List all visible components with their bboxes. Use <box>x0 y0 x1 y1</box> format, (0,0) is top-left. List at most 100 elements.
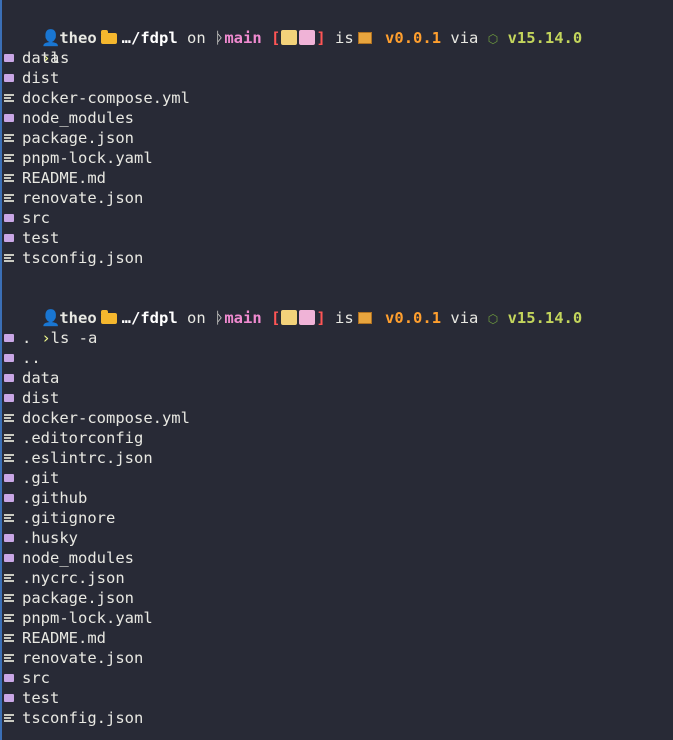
folder-icon <box>4 474 14 482</box>
list-item: data <box>4 368 673 388</box>
entry-name: test <box>22 229 60 247</box>
list-item: test <box>4 228 673 248</box>
command-line: ›ls <box>4 28 673 67</box>
entry-name: .gitignore <box>22 509 116 527</box>
list-item: data <box>4 48 673 68</box>
list-item: README.md <box>4 628 673 648</box>
command-line: ›ls -a <box>4 308 673 347</box>
prompt-line: 👤theo …/fdpl on ᚦmain [] is v0.0.1 via ⬡ … <box>4 288 673 327</box>
file-icon <box>4 654 14 662</box>
entry-name: data <box>22 49 60 67</box>
list-item: .nycrc.json <box>4 568 673 588</box>
list-item: package.json <box>4 588 673 608</box>
list-item: src <box>4 668 673 688</box>
entry-name: .git <box>22 469 60 487</box>
list-item: package.json <box>4 128 673 148</box>
list-item: .gitignore <box>4 508 673 528</box>
list-item: renovate.json <box>4 648 673 668</box>
file-icon <box>4 174 14 182</box>
file-icon <box>4 434 14 442</box>
list-item: node_modules <box>4 548 673 568</box>
folder-icon <box>4 334 14 342</box>
list-item: .. <box>4 348 673 368</box>
folder-icon <box>4 354 14 362</box>
file-icon <box>4 614 14 622</box>
entry-name: dist <box>22 389 60 407</box>
window-left-border <box>0 0 2 740</box>
folder-icon <box>4 694 14 702</box>
file-icon <box>4 594 14 602</box>
entry-name: renovate.json <box>22 649 144 667</box>
entry-name: test <box>22 689 60 707</box>
list-item: dist <box>4 68 673 88</box>
list-item: pnpm-lock.yaml <box>4 608 673 628</box>
folder-icon <box>4 374 14 382</box>
entry-name: .. <box>22 349 41 367</box>
entry-name: src <box>22 669 50 687</box>
folder-icon <box>4 394 14 402</box>
list-item: docker-compose.yml <box>4 88 673 108</box>
entry-name: pnpm-lock.yaml <box>22 609 153 627</box>
entry-name: README.md <box>22 169 106 187</box>
entry-name: package.json <box>22 129 134 147</box>
list-item: tsconfig.json <box>4 248 673 268</box>
entry-name: renovate.json <box>22 189 144 207</box>
list-item: .git <box>4 468 673 488</box>
file-icon <box>4 194 14 202</box>
folder-icon <box>4 674 14 682</box>
list-item: test <box>4 688 673 708</box>
entry-name: README.md <box>22 629 106 647</box>
list-item: .editorconfig <box>4 428 673 448</box>
entry-name: .github <box>22 489 88 507</box>
file-icon <box>4 154 14 162</box>
entry-name: .eslintrc.json <box>22 449 153 467</box>
entry-name: node_modules <box>22 549 134 567</box>
list-item: dist <box>4 388 673 408</box>
folder-icon <box>4 114 14 122</box>
list-item: .github <box>4 488 673 508</box>
entry-name: tsconfig.json <box>22 709 144 727</box>
list-item: README.md <box>4 168 673 188</box>
file-icon <box>4 414 14 422</box>
entry-name: pnpm-lock.yaml <box>22 149 153 167</box>
file-icon <box>4 634 14 642</box>
entry-name: dist <box>22 69 60 87</box>
entry-name: node_modules <box>22 109 134 127</box>
folder-icon <box>4 234 14 242</box>
list-item: renovate.json <box>4 188 673 208</box>
entry-name: .editorconfig <box>22 429 144 447</box>
list-item: docker-compose.yml <box>4 408 673 428</box>
list-item: pnpm-lock.yaml <box>4 148 673 168</box>
listing: data dist docker-compose.yml node_modulespa… <box>4 48 673 268</box>
list-item: src <box>4 208 673 228</box>
entry-name: tsconfig.json <box>22 249 144 267</box>
file-icon <box>4 254 14 262</box>
prompt-line: 👤theo …/fdpl on ᚦmain [] is v0.0.1 via ⬡ … <box>4 8 673 47</box>
listing: ... data dist docker-compose.yml .editorconf… <box>4 328 673 728</box>
file-icon <box>4 514 14 522</box>
entry-name: data <box>22 369 60 387</box>
entry-name: .nycrc.json <box>22 569 125 587</box>
entry-name: package.json <box>22 589 134 607</box>
entry-name: .husky <box>22 529 78 547</box>
folder-icon <box>4 54 14 62</box>
list-item: .eslintrc.json <box>4 448 673 468</box>
folder-icon <box>4 494 14 502</box>
list-item: node_modules <box>4 108 673 128</box>
folder-icon <box>4 214 14 222</box>
terminal-output[interactable]: 👤theo …/fdpl on ᚦmain [] is v0.0.1 via ⬡ … <box>4 8 673 728</box>
folder-icon <box>4 554 14 562</box>
file-icon <box>4 574 14 582</box>
folder-icon <box>4 74 14 82</box>
file-icon <box>4 454 14 462</box>
list-item: . <box>4 328 673 348</box>
entry-name: . <box>22 329 32 347</box>
file-icon <box>4 94 14 102</box>
entry-name: docker-compose.yml <box>22 89 190 107</box>
entry-name: docker-compose.yml <box>22 409 190 427</box>
entry-name: src <box>22 209 50 227</box>
list-item: tsconfig.json <box>4 708 673 728</box>
file-icon <box>4 714 14 722</box>
file-icon <box>4 134 14 142</box>
